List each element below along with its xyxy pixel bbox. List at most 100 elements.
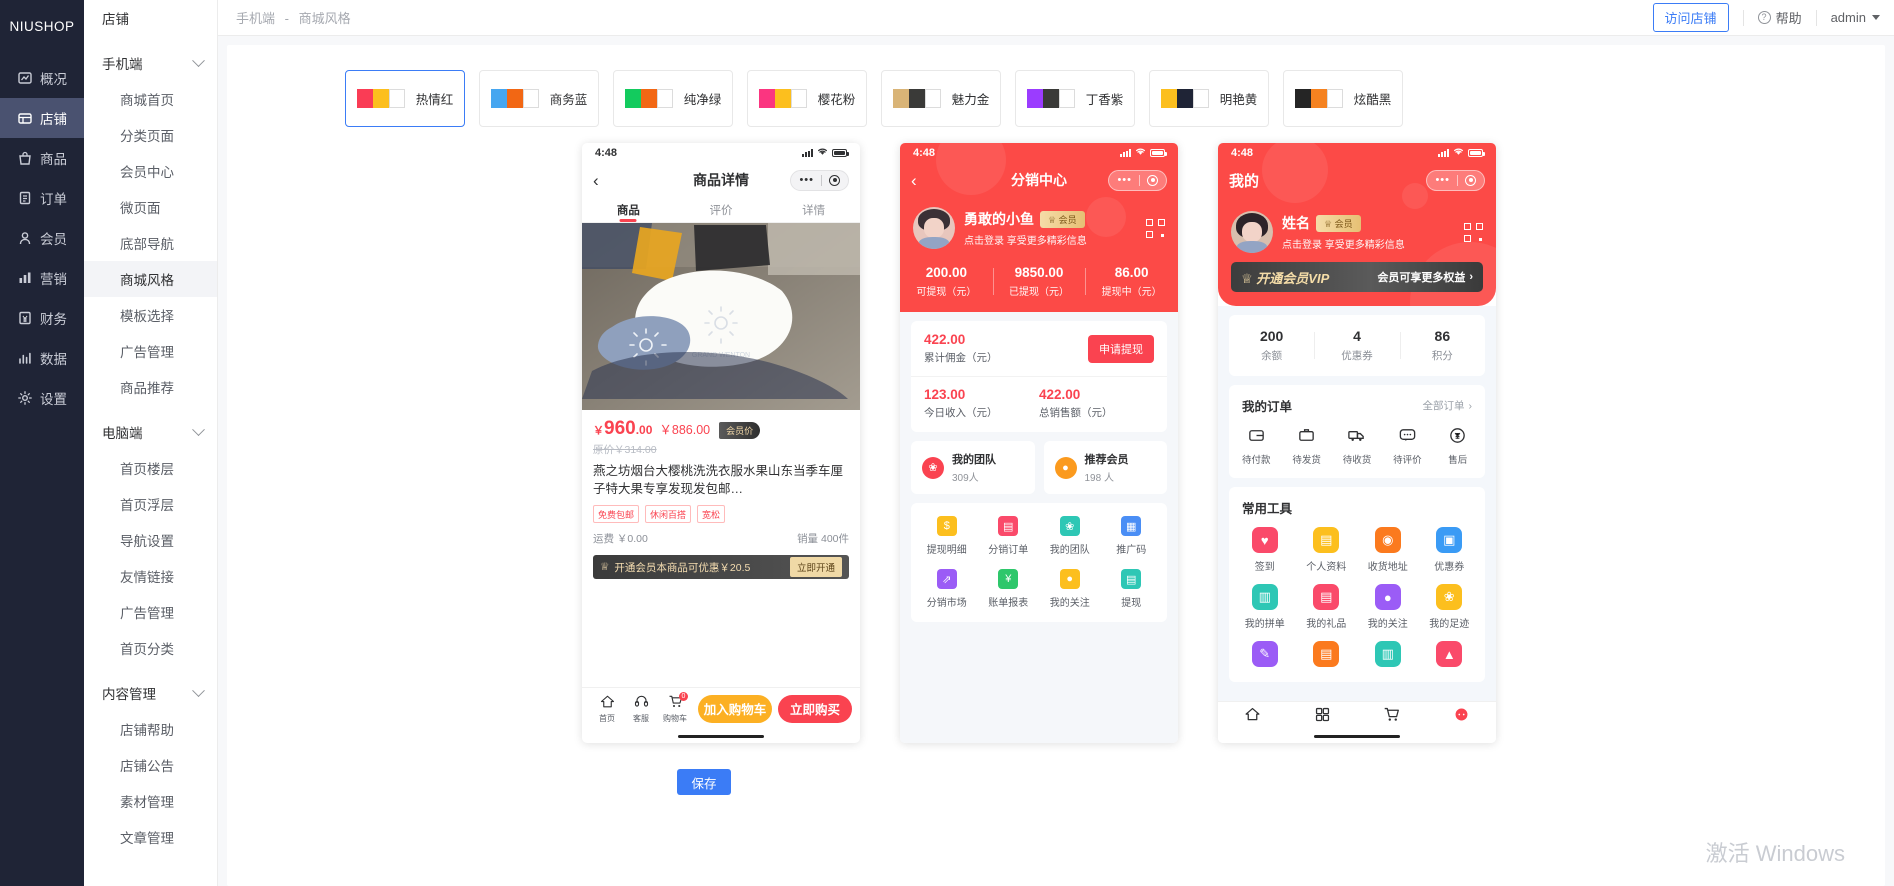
sidebar-subitem-2-6[interactable]: 首页分类	[84, 630, 217, 666]
product-image[interactable]: GRAND WENTON	[582, 223, 860, 410]
vip-promo-bar[interactable]: ♕ 开通会员本商品可优惠￥20.5 立即开通	[593, 555, 849, 580]
qr-code-icon[interactable]	[1146, 218, 1165, 238]
bottom-icon-cart[interactable]: 0 购物车	[658, 691, 692, 724]
sidebar-item-5[interactable]: 会员	[0, 218, 84, 258]
mini-program-capsule[interactable]: •••	[790, 169, 849, 191]
nav-group-3[interactable]: 内容管理	[84, 675, 217, 711]
order-status-1[interactable]: 待付款	[1231, 426, 1281, 466]
sidebar-item-7[interactable]: 财务	[0, 298, 84, 338]
sidebar-subitem-3-3[interactable]: 素材管理	[84, 783, 217, 819]
sidebar-item-8[interactable]: 数据	[0, 338, 84, 378]
nav-group-2[interactable]: 电脑端	[84, 414, 217, 450]
sidebar-subitem-3-4[interactable]: 文章管理	[84, 819, 217, 855]
member-tool-12[interactable]: ▲	[1419, 641, 1481, 672]
detail-tab-2[interactable]: 评价	[675, 202, 768, 218]
vip-open-button[interactable]: 立即开通	[789, 557, 842, 578]
sidebar-subitem-1-6[interactable]: 商城风格	[84, 261, 217, 297]
member-tool-11[interactable]: ▥	[1357, 641, 1419, 672]
member-tool-3[interactable]: ◉ 收货地址	[1357, 527, 1419, 573]
distribution-tool-6[interactable]: ¥ 账单报表	[978, 569, 1040, 609]
sidebar-subitem-2-4[interactable]: 友情链接	[84, 558, 217, 594]
order-status-5[interactable]: 售后	[1433, 426, 1483, 466]
distribution-tool-7[interactable]: ● 我的关注	[1039, 569, 1101, 609]
my-team-card[interactable]: ❀ 我的团队 309人	[911, 441, 1035, 494]
vip-banner[interactable]: ♕ 开通会员VIP 会员可享更多权益 ›	[1231, 262, 1483, 292]
mini-program-capsule[interactable]: •••	[1108, 169, 1167, 191]
user-profile[interactable]: 勇敢的小鱼 ♕ 会员 点击登录 享受更多精彩信息	[900, 197, 1178, 249]
sidebar-subitem-1-9[interactable]: 商品推荐	[84, 369, 217, 405]
bottom-icon-service[interactable]: 客服	[624, 694, 658, 724]
sidebar-subitem-2-1[interactable]: 首页楼层	[84, 450, 217, 486]
theme-option-7[interactable]: 明艳黄	[1149, 70, 1269, 127]
theme-option-2[interactable]: 商务蓝	[479, 70, 599, 127]
sidebar-subitem-1-4[interactable]: 微页面	[84, 189, 217, 225]
sidebar-item-4[interactable]: 订单	[0, 178, 84, 218]
distribution-tool-5[interactable]: ⇗ 分销市场	[916, 569, 978, 609]
sidebar-item-9[interactable]: 设置	[0, 378, 84, 418]
stat-value: 9850.00	[1014, 265, 1064, 280]
member-tool-5[interactable]: ▥ 我的拼单	[1234, 584, 1296, 630]
distribution-tool-4[interactable]: ▦ 推广码	[1101, 516, 1163, 556]
add-to-cart-button[interactable]: 加入购物车	[698, 694, 772, 723]
sidebar-subitem-1-5[interactable]: 底部导航	[84, 225, 217, 261]
sidebar-subitem-3-1[interactable]: 店铺帮助	[84, 711, 217, 747]
theme-option-4[interactable]: 樱花粉	[747, 70, 867, 127]
sidebar-subitem-2-5[interactable]: 广告管理	[84, 594, 217, 630]
breadcrumb-parent[interactable]: 手机端	[236, 11, 275, 26]
mini-program-capsule[interactable]: •••	[1426, 169, 1485, 191]
buy-now-button[interactable]: 立即购买	[778, 694, 852, 723]
order-status-3[interactable]: 待收货	[1332, 426, 1382, 466]
theme-option-5[interactable]: 魅力金	[881, 70, 1001, 127]
sidebar-subitem-2-2[interactable]: 首页浮层	[84, 486, 217, 522]
sidebar-subitem-3-2[interactable]: 店铺公告	[84, 747, 217, 783]
sidebar-item-3[interactable]: 商品	[0, 138, 84, 178]
theme-name: 热情红	[415, 93, 454, 107]
detail-tab-1[interactable]: 商品	[582, 202, 675, 218]
currency-symbol: ￥	[593, 425, 604, 437]
order-status-4[interactable]: 待评价	[1382, 426, 1432, 466]
member-tool-9[interactable]: ✎	[1234, 641, 1296, 672]
sidebar-subitem-2-3[interactable]: 导航设置	[84, 522, 217, 558]
order-status-2[interactable]: 待发货	[1281, 426, 1331, 466]
member-tool-10[interactable]: ▤	[1296, 641, 1358, 672]
price-decimal: .00	[635, 423, 653, 437]
bottom-icon-home[interactable]: 首页	[590, 694, 624, 724]
qr-code-icon[interactable]	[1464, 222, 1483, 242]
distribution-tool-2[interactable]: ▤ 分销订单	[978, 516, 1040, 556]
back-icon[interactable]: ‹	[593, 172, 599, 189]
sidebar-item-6[interactable]: 营销	[0, 258, 84, 298]
save-button[interactable]: 保存	[677, 769, 731, 795]
theme-option-1[interactable]: 热情红	[345, 70, 465, 127]
all-orders-link[interactable]: 全部订单 ›	[1423, 398, 1473, 413]
visit-shop-button[interactable]: 访问店铺	[1652, 3, 1729, 32]
sidebar-subitem-1-7[interactable]: 模板选择	[84, 297, 217, 333]
sidebar-subitem-1-3[interactable]: 会员中心	[84, 153, 217, 189]
member-tool-2[interactable]: ▤ 个人资料	[1296, 527, 1358, 573]
apply-withdraw-button[interactable]: 申请提现	[1088, 334, 1154, 363]
admin-menu[interactable]: admin	[1831, 10, 1880, 25]
distribution-tool-1[interactable]: $ 提现明细	[916, 516, 978, 556]
help-link[interactable]: ? 帮助	[1757, 8, 1802, 27]
theme-option-6[interactable]: 丁香紫	[1015, 70, 1135, 127]
theme-option-3[interactable]: 纯净绿	[613, 70, 733, 127]
sidebar-subitem-1-1[interactable]: 商城首页	[84, 81, 217, 117]
member-tool-6[interactable]: ▤ 我的礼品	[1296, 584, 1358, 630]
marketing-icon	[19, 272, 31, 283]
back-icon[interactable]: ‹	[911, 172, 917, 189]
distribution-tool-8[interactable]: ▤ 提现	[1101, 569, 1163, 609]
detail-tab-3[interactable]: 详情	[767, 202, 860, 218]
nav-group-1[interactable]: 手机端	[84, 45, 217, 81]
sidebar-item-1[interactable]: 概况	[0, 58, 84, 98]
signal-icon	[1120, 149, 1131, 157]
member-tool-4[interactable]: ▣ 优惠券	[1419, 527, 1481, 573]
sidebar-subitem-1-2[interactable]: 分类页面	[84, 117, 217, 153]
member-tool-8[interactable]: ❀ 我的足迹	[1419, 584, 1481, 630]
user-profile[interactable]: 姓名 ♕ 会员 点击登录 享受更多精彩信息	[1218, 197, 1496, 253]
sidebar-item-2[interactable]: 店铺	[0, 98, 84, 138]
sidebar-subitem-1-8[interactable]: 广告管理	[84, 333, 217, 369]
member-tool-1[interactable]: ♥ 签到	[1234, 527, 1296, 573]
refer-member-card[interactable]: ● 推荐会员 198 人	[1043, 441, 1167, 494]
member-tool-7[interactable]: ● 我的关注	[1357, 584, 1419, 630]
distribution-tool-3[interactable]: ❀ 我的团队	[1039, 516, 1101, 556]
theme-option-8[interactable]: 炫酷黑	[1283, 70, 1403, 127]
